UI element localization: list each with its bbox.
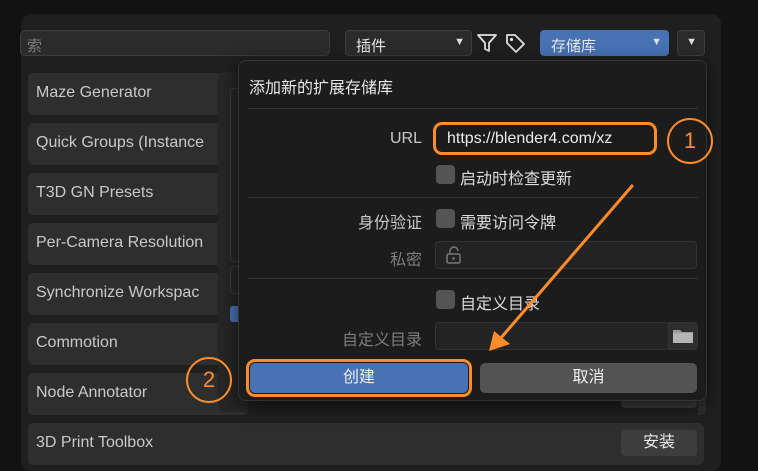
annotation-arrow bbox=[489, 184, 634, 351]
